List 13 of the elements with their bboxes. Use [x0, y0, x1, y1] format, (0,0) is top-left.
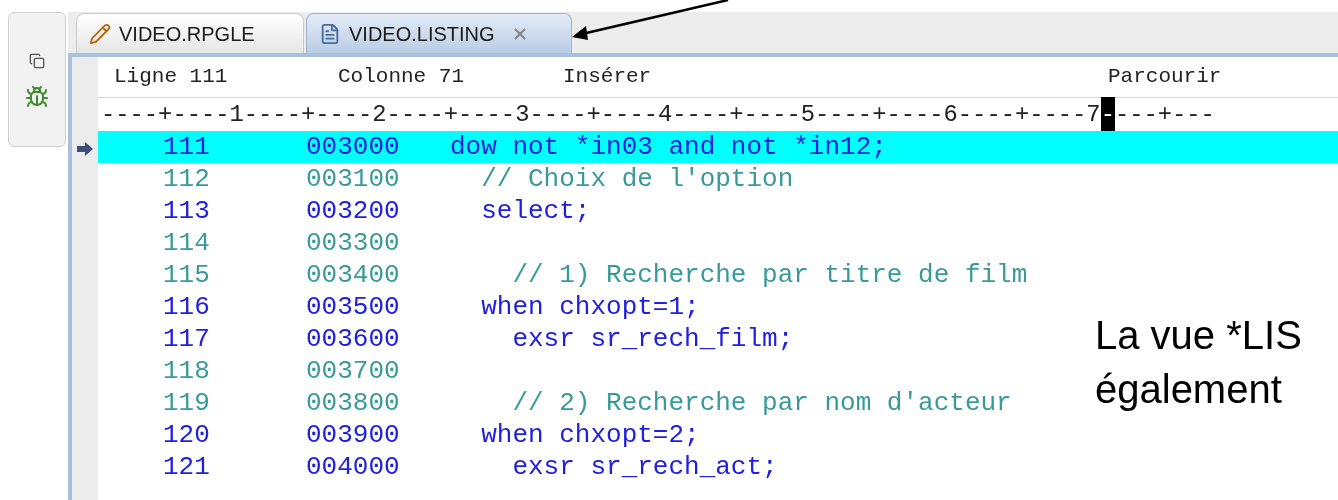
restore-icon[interactable] [29, 53, 45, 69]
editor-tab[interactable]: VIDEO.LISTING [306, 13, 572, 53]
bug-icon[interactable] [25, 85, 49, 109]
current-line-arrow-icon [76, 141, 94, 157]
browse-mode-indicator: Parcourir [1108, 64, 1222, 91]
pencil-icon [89, 22, 111, 45]
line-indicator: Ligne 111 [114, 64, 229, 91]
insert-mode-indicator: Insérer [563, 64, 653, 91]
document-icon [319, 22, 341, 45]
column-ruler: ----+----1----+----2----+----3----+----4----+----5----+----6----+----7----+--- [98, 97, 1338, 131]
editor-tab[interactable]: VIDEO.RPGLE [76, 13, 304, 53]
slide-caption: La vue *LIS également [1095, 312, 1302, 413]
column-indicator: Colonne 71 [338, 64, 466, 91]
